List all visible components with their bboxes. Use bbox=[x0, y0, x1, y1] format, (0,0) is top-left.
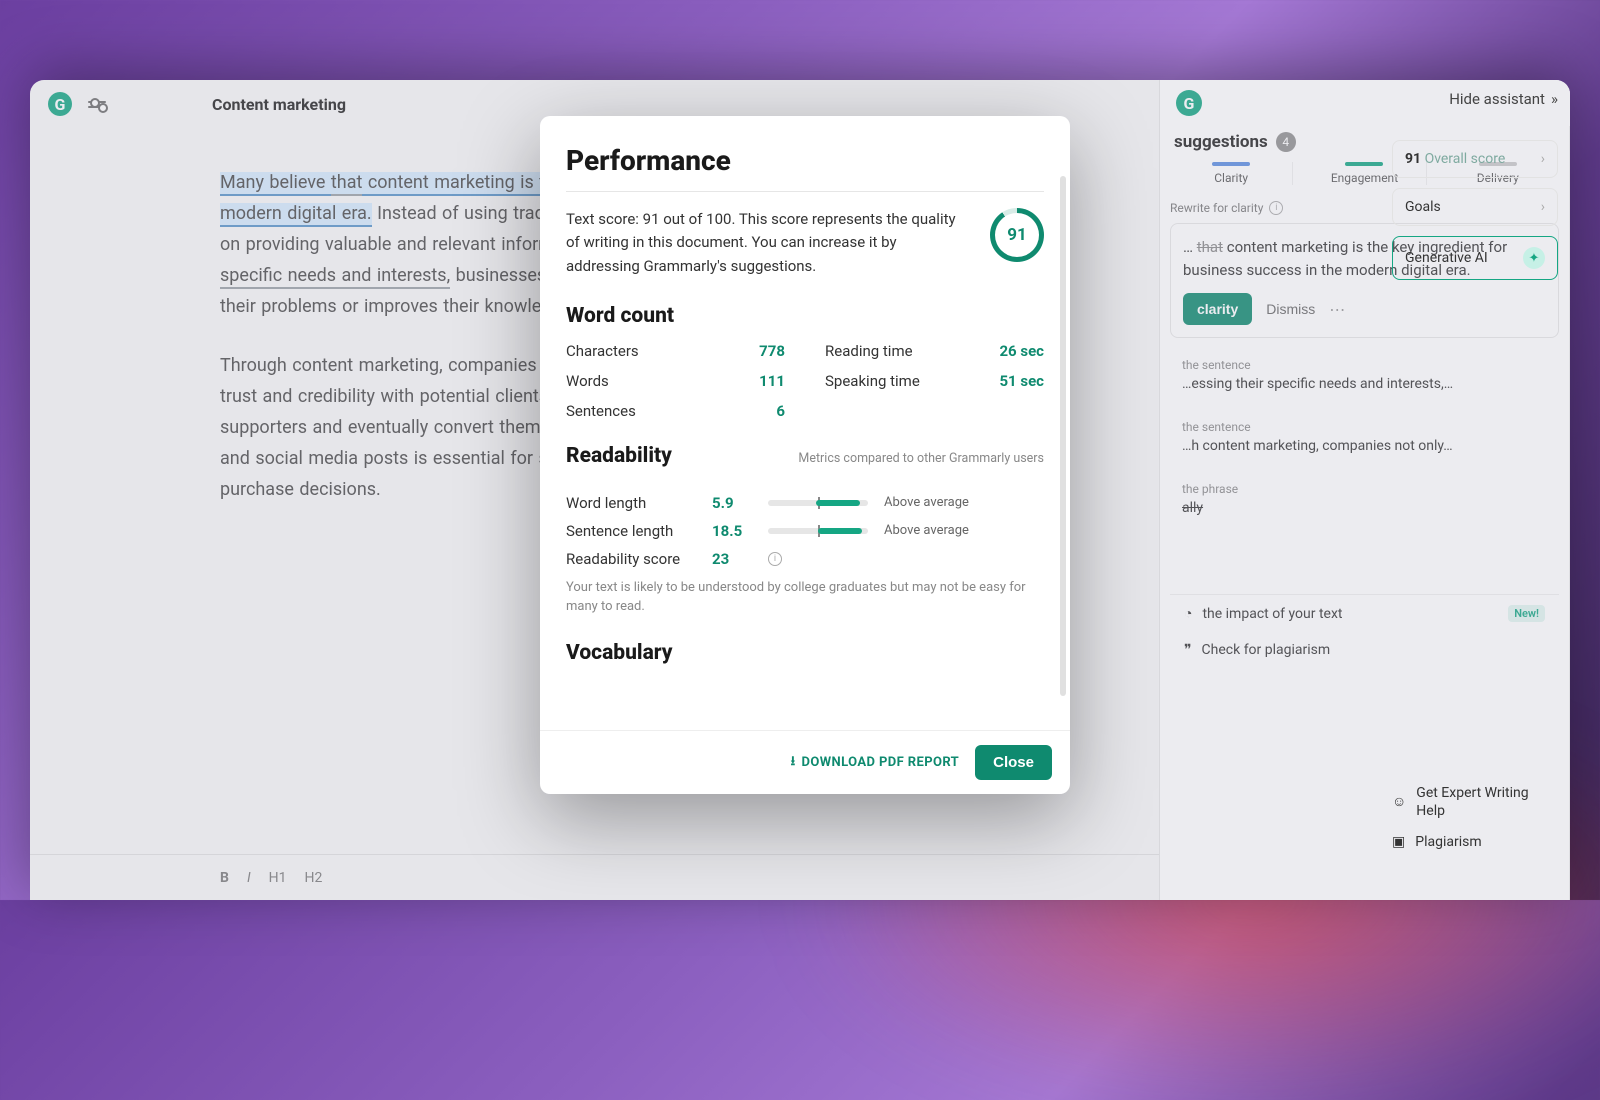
plagiarism-side-link[interactable]: ▣ Plagiarism bbox=[1392, 834, 1558, 850]
stat-characters: Characters778 bbox=[566, 342, 785, 360]
grammarly-logo-icon: G bbox=[48, 92, 72, 116]
goals-card[interactable]: Goals › bbox=[1392, 188, 1558, 226]
bold-button[interactable]: B bbox=[220, 870, 229, 886]
dismiss-button[interactable]: Dismiss bbox=[1266, 301, 1315, 317]
download-icon: ⭳ bbox=[791, 752, 796, 774]
readability-heading: Readability bbox=[566, 444, 672, 468]
stat-speaking-time: Speaking time51 sec bbox=[825, 372, 1044, 390]
expert-help-link[interactable]: ☺ Get Expert Writing Help bbox=[1392, 784, 1558, 820]
generative-ai-card[interactable]: Generative AI ✦ bbox=[1392, 236, 1558, 280]
suggestions-count-badge: 4 bbox=[1276, 132, 1296, 152]
lightbulb-icon: ✦ bbox=[1523, 247, 1545, 269]
scrollbar[interactable] bbox=[1060, 176, 1066, 696]
overall-score-card[interactable]: 91 Overall score › bbox=[1392, 140, 1558, 178]
suggestion-card[interactable]: the sentence …essing their specific need… bbox=[1170, 348, 1559, 402]
goals-icon[interactable] bbox=[88, 101, 106, 108]
gauge-icon: ◔ bbox=[1184, 605, 1192, 622]
document-title: Content marketing bbox=[212, 95, 346, 114]
suggestions-heading: suggestions bbox=[1174, 132, 1268, 152]
impact-link[interactable]: ◔ the impact of your text bbox=[1184, 605, 1343, 622]
rewrite-clarity-button[interactable]: clarity bbox=[1183, 293, 1252, 325]
info-icon[interactable]: i bbox=[768, 552, 782, 566]
readability-subtitle: Metrics compared to other Grammarly user… bbox=[798, 451, 1044, 466]
readability-sentence-length: Sentence length 18.5 Above average bbox=[566, 522, 1044, 540]
download-pdf-button[interactable]: ⭳ DOWNLOAD PDF REPORT bbox=[791, 752, 960, 774]
chevron-right-icon: › bbox=[1541, 199, 1545, 215]
assistant-logo-icon: G bbox=[1176, 90, 1202, 116]
readability-score: Readability score 23 i bbox=[566, 550, 1044, 568]
suggestion-card[interactable]: the sentence …h content marketing, compa… bbox=[1170, 410, 1559, 464]
suggestion-card[interactable]: the phrase ally bbox=[1170, 472, 1559, 526]
close-button[interactable]: Close bbox=[975, 745, 1052, 780]
stat-words: Words111 bbox=[566, 372, 785, 390]
score-description: Text score: 91 out of 100. This score re… bbox=[566, 208, 970, 278]
readability-word-length: Word length 5.9 Above average bbox=[566, 494, 1044, 512]
stat-reading-time: Reading time26 sec bbox=[825, 342, 1044, 360]
person-icon: ☺ bbox=[1392, 793, 1406, 811]
new-badge: New! bbox=[1508, 605, 1545, 622]
format-toolbar[interactable]: B I H1 H2 bbox=[30, 854, 1159, 900]
readability-note: Your text is likely to be understood by … bbox=[566, 578, 1044, 617]
plagiarism-link[interactable]: ❞ Check for plagiarism bbox=[1184, 642, 1330, 658]
info-icon[interactable]: i bbox=[1269, 201, 1283, 215]
quote-icon: ❞ bbox=[1184, 642, 1192, 658]
tab-clarity[interactable]: Clarity bbox=[1170, 162, 1293, 185]
layers-icon: ▣ bbox=[1392, 834, 1405, 850]
performance-modal: Performance Text score: 91 out of 100. T… bbox=[540, 116, 1070, 794]
italic-button[interactable]: I bbox=[247, 870, 251, 886]
score-ring: 91 bbox=[990, 208, 1044, 262]
stat-sentences: Sentences6 bbox=[566, 402, 785, 420]
modal-title: Performance bbox=[566, 144, 1044, 177]
word-count-heading: Word count bbox=[566, 304, 1044, 328]
vocabulary-heading: Vocabulary bbox=[566, 641, 1044, 665]
more-icon[interactable]: ⋯ bbox=[1329, 300, 1347, 319]
hide-assistant-button[interactable]: Hide assistant » bbox=[1449, 90, 1558, 108]
chevron-right-icon: › bbox=[1541, 151, 1545, 167]
h2-button[interactable]: H2 bbox=[305, 870, 323, 886]
chevrons-right-icon: » bbox=[1551, 90, 1558, 108]
h1-button[interactable]: H1 bbox=[269, 870, 287, 886]
